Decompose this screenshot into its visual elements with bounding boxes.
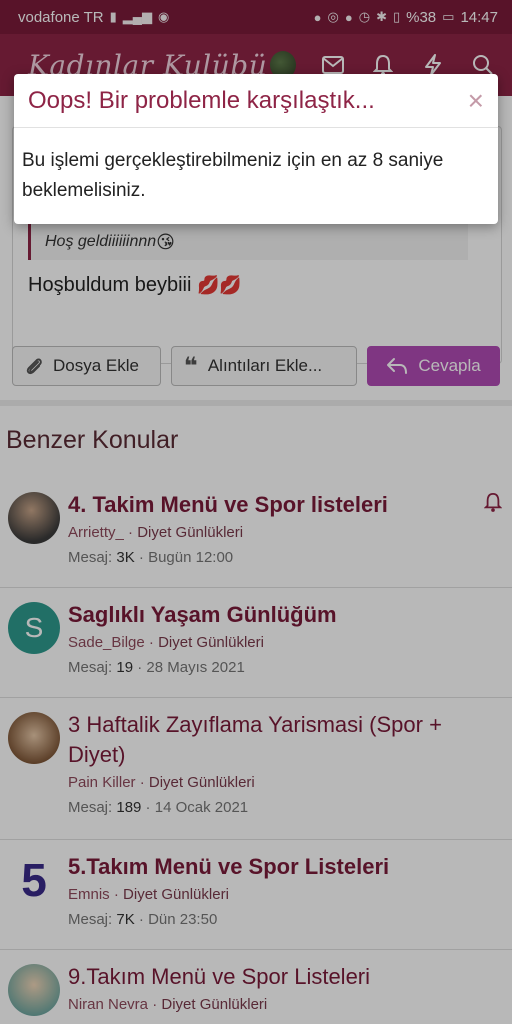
error-dialog: Oops! Bir problemle karşılaştık... × Bu …: [14, 74, 498, 224]
dialog-message: Bu işlemi gerçekleştirebilmeniz için en …: [22, 150, 444, 201]
dialog-title: Oops! Bir problemle karşılaştık...: [28, 86, 375, 114]
close-icon[interactable]: ×: [468, 86, 484, 115]
dialog-header: Oops! Bir problemle karşılaştık... ×: [14, 74, 498, 128]
